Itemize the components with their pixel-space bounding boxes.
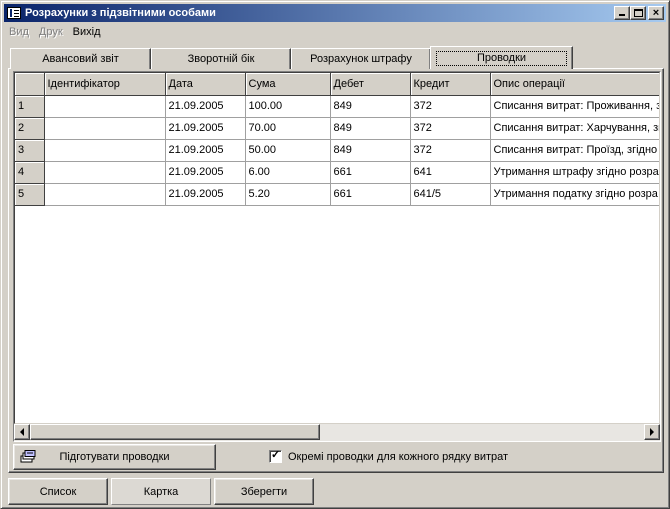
header-id[interactable]: Ідентифікатор: [44, 73, 166, 96]
tab-label: Авансовий звіт: [42, 53, 119, 65]
cell-credit[interactable]: 641/5: [410, 183, 491, 206]
header-sum[interactable]: Сума: [245, 73, 331, 96]
cell-debit[interactable]: 661: [330, 161, 411, 184]
tab-label: Проводки: [435, 50, 568, 66]
app-window: Розрахунки з підзвітними особами × Вид Д…: [0, 0, 670, 509]
cell-sum[interactable]: 6.00: [245, 161, 331, 184]
header-corner: [15, 73, 45, 96]
menu-view[interactable]: Вид: [4, 26, 34, 38]
save-button[interactable]: Зберегти: [214, 478, 314, 505]
prepare-postings-button[interactable]: Підготувати проводки: [13, 444, 216, 470]
row-number[interactable]: 3: [15, 139, 45, 162]
cell-description[interactable]: Утримання штрафу згідно розрах: [490, 161, 659, 184]
cell-date[interactable]: 21.09.2005: [165, 95, 246, 118]
cell-sum[interactable]: 100.00: [245, 95, 331, 118]
header-date[interactable]: Дата: [165, 73, 246, 96]
table-row[interactable]: 1 21.09.2005 100.00 849 372 Списання вит…: [15, 95, 659, 118]
postings-table: Ідентифікатор Дата Сума Дебет Кредит Опи…: [15, 73, 659, 206]
grid-viewport: Ідентифікатор Дата Сума Дебет Кредит Опи…: [14, 72, 660, 424]
close-icon: ×: [652, 7, 660, 19]
horizontal-scrollbar[interactable]: [14, 424, 660, 441]
tab-postings[interactable]: Проводки: [430, 46, 573, 69]
scroll-left-button[interactable]: [14, 424, 30, 440]
cell-description[interactable]: Утримання податку згідно розра: [490, 183, 659, 206]
table-row[interactable]: 3 21.09.2005 50.00 849 372 Списання витр…: [15, 139, 659, 162]
tab-reverse-side[interactable]: Зворотній бік: [151, 48, 291, 69]
list-button-label: Список: [39, 485, 77, 498]
cell-id[interactable]: [44, 95, 166, 118]
window-controls: ×: [614, 6, 664, 20]
cell-credit[interactable]: 641: [410, 161, 491, 184]
header-debit[interactable]: Дебет: [330, 73, 411, 96]
maximize-button[interactable]: [630, 6, 646, 20]
maximize-icon: [634, 9, 643, 17]
window-title: Розрахунки з підзвітними особами: [25, 7, 216, 19]
separate-postings-checkbox[interactable]: ✓: [269, 449, 282, 463]
tab-label: Зворотній бік: [187, 53, 255, 65]
cell-date[interactable]: 21.09.2005: [165, 139, 246, 162]
cell-id[interactable]: [44, 139, 166, 162]
tab-fine-calculation[interactable]: Розрахунок штрафу: [291, 48, 431, 69]
cell-id[interactable]: [44, 161, 166, 184]
save-button-label: Зберегти: [240, 485, 288, 498]
checkmark-icon: ✓: [271, 449, 281, 461]
list-button[interactable]: Список: [8, 478, 108, 505]
cell-credit[interactable]: 372: [410, 139, 491, 162]
header-row: Ідентифікатор Дата Сума Дебет Кредит Опи…: [15, 73, 659, 96]
table-row[interactable]: 2 21.09.2005 70.00 849 372 Списання витр…: [15, 117, 659, 140]
cell-debit[interactable]: 661: [330, 183, 411, 206]
arrow-right-icon: [650, 428, 654, 436]
cell-credit[interactable]: 372: [410, 117, 491, 140]
cell-sum[interactable]: 70.00: [245, 117, 331, 140]
header-credit[interactable]: Кредит: [410, 73, 491, 96]
cell-id[interactable]: [44, 183, 166, 206]
card-button[interactable]: Картка: [111, 478, 211, 505]
cell-debit[interactable]: 849: [330, 117, 411, 140]
separate-postings-option[interactable]: ✓ Окремі проводки для кожного рядку витр…: [269, 449, 509, 463]
card-button-label: Картка: [143, 485, 179, 498]
tab-label: Розрахунок штрафу: [310, 53, 412, 65]
menu-exit[interactable]: Вихід: [68, 26, 106, 38]
minimize-button[interactable]: [614, 6, 630, 20]
row-number[interactable]: 5: [15, 183, 45, 206]
postings-grid[interactable]: Ідентифікатор Дата Сума Дебет Кредит Опи…: [13, 71, 661, 442]
postings-stack-icon: [20, 450, 36, 463]
cell-debit[interactable]: 849: [330, 139, 411, 162]
cell-date[interactable]: 21.09.2005: [165, 117, 246, 140]
menu-print[interactable]: Друк: [34, 26, 68, 38]
table-row[interactable]: 5 21.09.2005 5.20 661 641/5 Утримання по…: [15, 183, 659, 206]
header-description[interactable]: Опис операції: [490, 73, 659, 96]
prepare-postings-label: Підготувати проводки: [59, 451, 170, 463]
row-number[interactable]: 4: [15, 161, 45, 184]
scroll-thumb[interactable]: [30, 424, 320, 440]
scroll-right-button[interactable]: [644, 424, 660, 440]
cell-description[interactable]: Списання витрат: Проживання, з: [490, 95, 659, 118]
cell-id[interactable]: [44, 117, 166, 140]
cell-sum[interactable]: 50.00: [245, 139, 331, 162]
arrow-left-icon: [20, 428, 24, 436]
cell-debit[interactable]: 849: [330, 95, 411, 118]
minimize-icon: [619, 14, 625, 16]
cell-description[interactable]: Списання витрат: Харчування, зг: [490, 117, 659, 140]
cell-credit[interactable]: 372: [410, 95, 491, 118]
row-number[interactable]: 1: [15, 95, 45, 118]
app-book-icon: [7, 7, 21, 19]
title-bar[interactable]: Розрахунки з підзвітними особами ×: [4, 4, 666, 22]
cell-sum[interactable]: 5.20: [245, 183, 331, 206]
row-number[interactable]: 2: [15, 117, 45, 140]
cell-date[interactable]: 21.09.2005: [165, 161, 246, 184]
cell-date[interactable]: 21.09.2005: [165, 183, 246, 206]
menu-bar: Вид Друк Вихід: [4, 23, 106, 41]
tab-advance-report[interactable]: Авансовий звіт: [10, 48, 151, 69]
close-button[interactable]: ×: [648, 6, 664, 20]
table-row[interactable]: 4 21.09.2005 6.00 661 641 Утримання штра…: [15, 161, 659, 184]
separate-postings-label: Окремі проводки для кожного рядку витрат: [288, 450, 509, 463]
cell-description[interactable]: Списання витрат: Проїзд, згідно: [490, 139, 659, 162]
